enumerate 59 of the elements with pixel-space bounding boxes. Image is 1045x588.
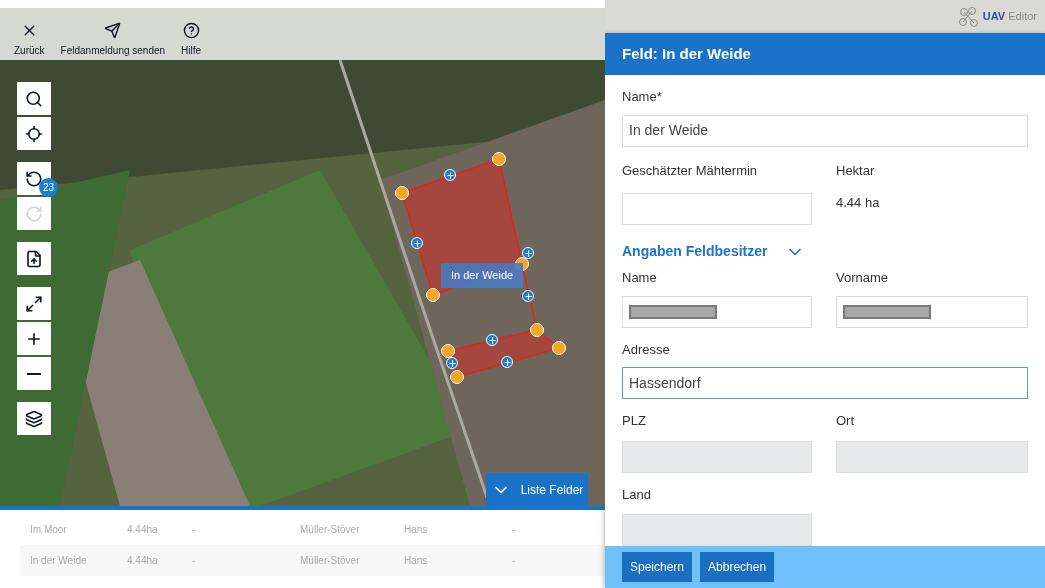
- input-field[interactable]: Hassendorf: [622, 367, 1028, 399]
- map-control-button[interactable]: [17, 287, 51, 320]
- map-control-button[interactable]: [17, 117, 51, 150]
- table-cell-text: 4.44ha: [127, 554, 159, 568]
- toolbar-button[interactable]: Zurück: [10, 22, 49, 58]
- hectare-value: 4.44 ha: [836, 194, 881, 212]
- field-label: PLZ: [622, 412, 647, 430]
- field-label: Name*: [622, 88, 663, 106]
- toolbar-button[interactable]: Feldanmeldung senden: [56, 22, 170, 58]
- map-control-button[interactable]: [17, 402, 51, 435]
- undo-icon: [25, 169, 43, 188]
- field-label: Vorname: [836, 269, 890, 287]
- help-icon: [182, 22, 200, 39]
- section-toggle[interactable]: Angaben Feldbesitzer: [622, 241, 806, 262]
- table-cell-text: Hans: [404, 523, 429, 537]
- map-control-button[interactable]: [17, 322, 51, 355]
- layers-icon: [25, 409, 43, 428]
- expand-icon: [25, 294, 43, 313]
- table-cell-text: Im Moor: [29, 523, 68, 537]
- table-cell-text: Müller-Stöver: [300, 523, 361, 537]
- input-field[interactable]: [836, 440, 1028, 473]
- input-field[interactable]: [622, 295, 812, 328]
- crosshair-icon: [25, 124, 43, 143]
- list-toggle-button[interactable]: Liste Felder: [486, 473, 588, 506]
- file-upload-icon: [25, 249, 43, 268]
- input-field[interactable]: [622, 440, 812, 473]
- search-icon: [25, 89, 43, 108]
- toolbar-button[interactable]: Hilfe: [177, 22, 206, 58]
- input-field[interactable]: [622, 193, 812, 225]
- field-label: Geschätzter Mähtermin: [622, 161, 759, 180]
- table-cell-text: -: [192, 523, 197, 537]
- table-cell-text: In der Weide: [29, 554, 88, 568]
- map-control-button[interactable]: [17, 357, 51, 390]
- field-label: Hektar: [836, 161, 876, 180]
- form-button[interactable]: Speichern: [622, 552, 693, 582]
- table-cell-text: Müller-Stöver: [300, 554, 361, 568]
- input-field[interactable]: [836, 295, 1028, 328]
- table-cell-text: -: [512, 523, 517, 537]
- field-label: Name: [622, 269, 658, 287]
- input-field[interactable]: [622, 514, 812, 546]
- table-cell-text: -: [512, 554, 517, 568]
- table-cell-text: Hans: [404, 554, 429, 568]
- table-cell-text: -: [192, 554, 197, 568]
- redo-icon: [25, 204, 43, 223]
- field-label: Land: [622, 485, 652, 504]
- satellite-map[interactable]: In der Weide Zurück Feldanmeldung senden Hilfe 23 Liste Felder: [0, 0, 605, 510]
- field-label: In der Weide: [441, 263, 524, 288]
- paper-plane-icon: [104, 22, 122, 39]
- form-button[interactable]: Abbrechen: [700, 552, 775, 582]
- table-cell-text: 4.44ha: [127, 523, 159, 537]
- map-control-button[interactable]: [17, 82, 51, 115]
- minus-icon: [27, 372, 41, 375]
- panel-header: Feld: In der Weide: [605, 33, 1045, 75]
- app-logo-text: UAV Editor: [982, 9, 1037, 25]
- drone-logo-icon: [958, 6, 981, 27]
- field-label: Adresse: [622, 340, 671, 359]
- map-control-button[interactable]: [17, 242, 51, 275]
- input-field[interactable]: In der Weide: [622, 114, 1028, 147]
- field-label: Ort: [836, 412, 856, 430]
